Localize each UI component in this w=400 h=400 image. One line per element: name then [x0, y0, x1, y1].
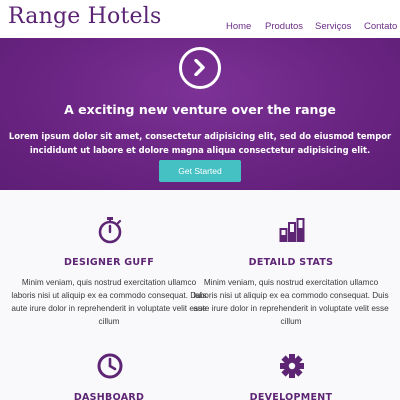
hero-title: A exciting new venture over the range	[64, 102, 336, 117]
chevron-right-circle-icon	[179, 47, 221, 89]
clock-icon	[97, 352, 123, 380]
nav-item-servicos[interactable]: Serviços	[315, 21, 351, 32]
feature-text: Minim veniam, quis nostrud exercitation …	[193, 278, 389, 326]
bar-chart-icon	[279, 216, 305, 244]
feature-text: Minim veniam, quis nostrud exercitation …	[11, 278, 207, 326]
get-started-button[interactable]: Get Started	[159, 160, 241, 182]
feature-title: DETAILD STATS	[248, 257, 334, 268]
feature-title: DESIGNER GUFF	[63, 257, 154, 268]
nav-item-contato[interactable]: Contato	[364, 21, 397, 32]
feature-title: DEVELOPMENT	[249, 392, 333, 400]
feature-title: DASHBOARD	[73, 392, 145, 400]
hero-banner: A exciting new venture over the range Lo…	[0, 38, 400, 190]
hero-text: Lorem ipsum dolor sit amet, consectetur …	[8, 131, 392, 155]
stopwatch-icon	[97, 216, 123, 244]
nav-item-home[interactable]: Home	[226, 21, 251, 32]
features-section: DESIGNER GUFF Minim veniam, quis nostrud…	[0, 190, 400, 400]
nav-item-produtos[interactable]: Produtos	[265, 21, 303, 32]
top-bar: Range Hotels Home Produtos Serviços Cont…	[0, 0, 400, 38]
brand-logo[interactable]: Range Hotels	[8, 4, 161, 29]
gear-icon	[279, 352, 305, 380]
